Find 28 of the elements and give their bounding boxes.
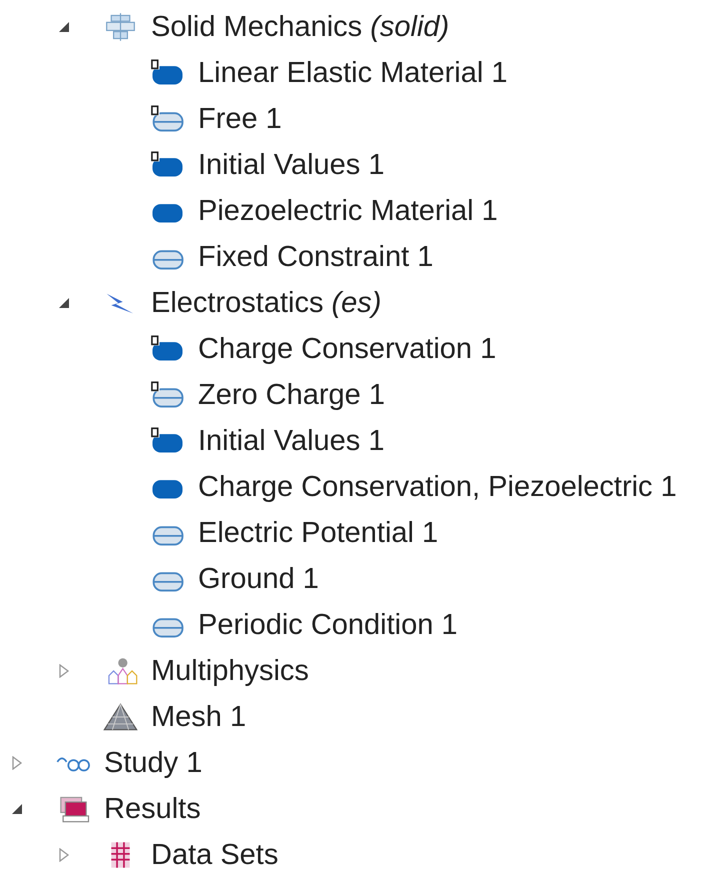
- tree-item-label[interactable]: Periodic Condition 1: [198, 610, 458, 640]
- tree-item-label[interactable]: Multiphysics: [151, 656, 309, 686]
- tree-item-label[interactable]: Electrostatics (es): [151, 288, 382, 318]
- boundary-icon: [149, 104, 186, 134]
- tree-item-label[interactable]: Fixed Constraint 1: [198, 242, 434, 272]
- tree-item-label[interactable]: Electric Potential 1: [198, 518, 438, 548]
- tree-item-label[interactable]: Study 1: [104, 748, 202, 778]
- tree-item-label[interactable]: Charge Conservation 1: [198, 334, 496, 364]
- expand-toggle[interactable]: [57, 664, 71, 678]
- boundary-icon: [149, 380, 186, 410]
- tree-item-label[interactable]: Zero Charge 1: [198, 380, 385, 410]
- expand-toggle[interactable]: [10, 756, 24, 770]
- expand-toggle[interactable]: [57, 848, 71, 862]
- expand-toggle[interactable]: [57, 20, 71, 34]
- tree-item-label[interactable]: Piezoelectric Material 1: [198, 196, 498, 226]
- tree-item-label[interactable]: Data Sets: [151, 840, 278, 870]
- tree-item-label[interactable]: Initial Values 1: [198, 426, 384, 456]
- expand-toggle[interactable]: [57, 296, 71, 310]
- mesh-icon: [102, 702, 139, 732]
- tree-item-label[interactable]: Solid Mechanics (solid): [151, 12, 450, 42]
- tree-item-label[interactable]: Free 1: [198, 104, 282, 134]
- tree-item-label[interactable]: Results: [104, 794, 201, 824]
- expand-toggle[interactable]: [10, 802, 24, 816]
- tree-item-label[interactable]: Charge Conservation, Piezoelectric 1: [198, 472, 677, 502]
- tree-item-label[interactable]: Ground 1: [198, 564, 319, 594]
- tree-item-label[interactable]: Mesh 1: [151, 702, 246, 732]
- tree-item-label[interactable]: Linear Elastic Material 1: [198, 58, 508, 88]
- tree-item-label[interactable]: Initial Values 1: [198, 150, 384, 180]
